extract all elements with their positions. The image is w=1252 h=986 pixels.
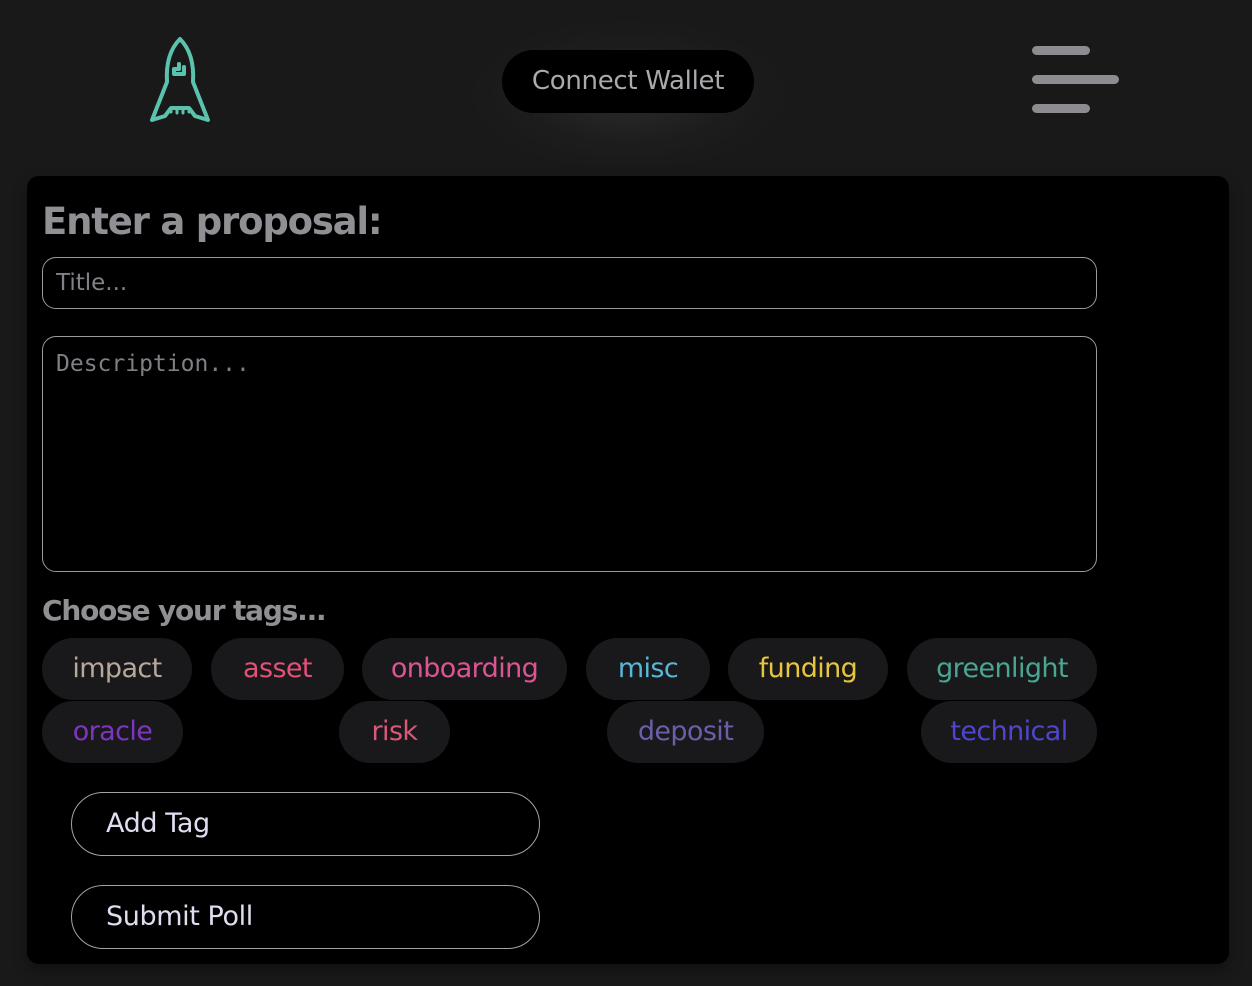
menu-line <box>1032 104 1090 113</box>
tag-oracle[interactable]: oracle <box>42 701 183 763</box>
tag-technical[interactable]: technical <box>921 701 1097 763</box>
tag-funding[interactable]: funding <box>728 638 888 700</box>
tag-risk[interactable]: risk <box>339 701 450 763</box>
add-tag-button[interactable]: Add Tag <box>71 792 540 856</box>
title-input[interactable] <box>42 257 1097 309</box>
proposal-form-panel: Enter a proposal: Choose your tags... im… <box>27 176 1229 964</box>
tags-heading: Choose your tags... <box>42 594 327 627</box>
top-bar: Connect Wallet <box>0 0 1252 170</box>
tag-onboarding[interactable]: onboarding <box>362 638 567 700</box>
submit-poll-button[interactable]: Submit Poll <box>71 885 540 949</box>
tag-impact[interactable]: impact <box>42 638 192 700</box>
menu-line <box>1032 75 1119 84</box>
tag-misc[interactable]: misc <box>586 638 710 700</box>
rocket-icon[interactable] <box>146 36 214 126</box>
description-input[interactable] <box>42 336 1097 572</box>
form-heading: Enter a proposal: <box>42 200 383 243</box>
menu-line <box>1032 46 1090 55</box>
tag-deposit[interactable]: deposit <box>607 701 764 763</box>
connect-wallet-button[interactable]: Connect Wallet <box>502 50 754 113</box>
hamburger-menu-icon[interactable] <box>1030 42 1122 116</box>
tag-asset[interactable]: asset <box>211 638 344 700</box>
tag-greenlight[interactable]: greenlight <box>907 638 1097 700</box>
